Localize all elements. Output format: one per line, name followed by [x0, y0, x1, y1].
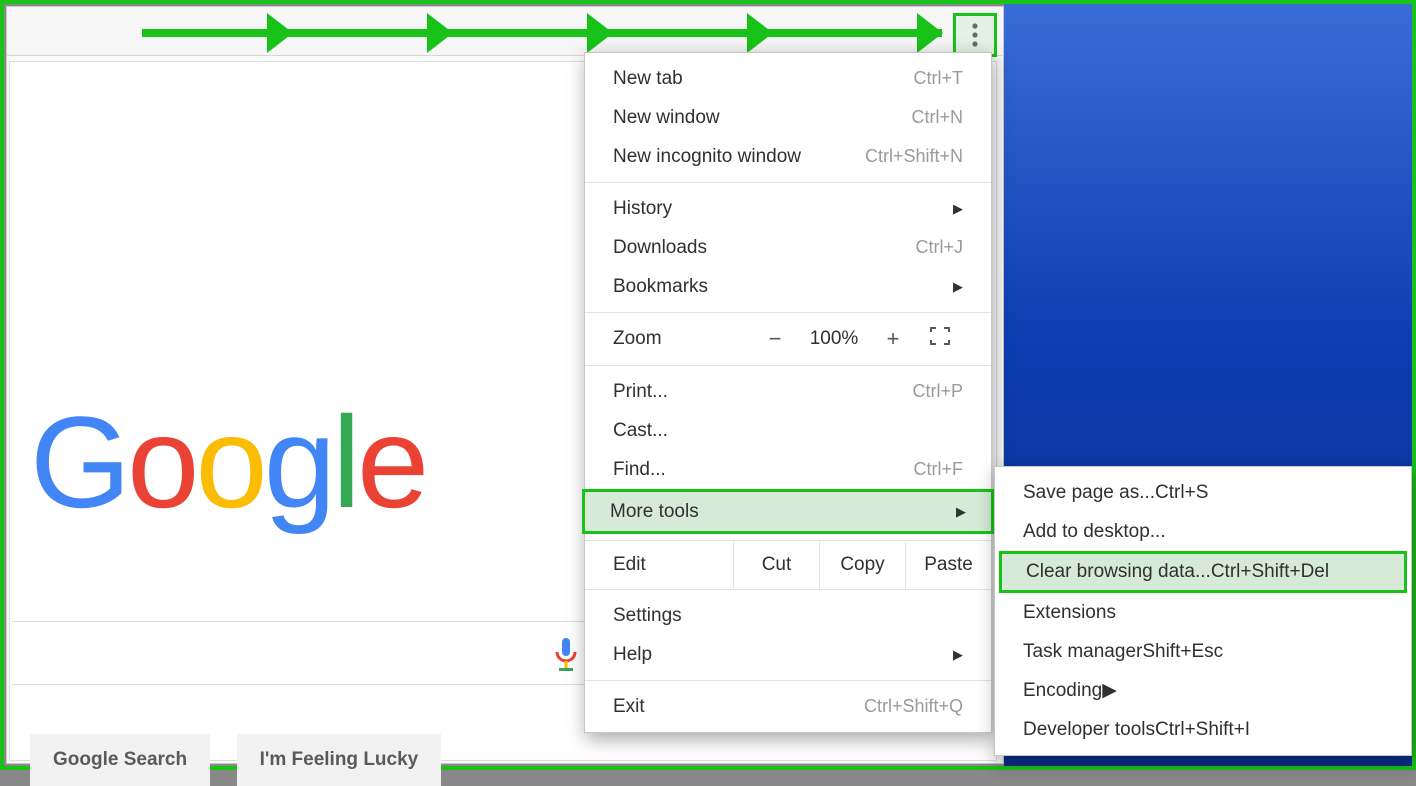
annotation-arrow-head: [917, 13, 943, 53]
menu-new-incognito[interactable]: New incognito windowCtrl+Shift+N: [585, 137, 991, 176]
menu-label: Help: [613, 644, 947, 666]
menu-more-tools[interactable]: More tools ▶: [582, 489, 994, 534]
menu-label: Edit: [585, 541, 733, 589]
fullscreen-icon: [930, 327, 950, 345]
submenu-arrow-icon: ▶: [953, 279, 963, 295]
menu-divider: [585, 680, 991, 681]
menu-divider: [585, 182, 991, 183]
logo-letter: g: [264, 387, 332, 537]
menu-help[interactable]: Help ▶: [585, 635, 991, 674]
google-search-button[interactable]: Google Search: [30, 734, 210, 786]
menu-find[interactable]: Find...Ctrl+F: [585, 450, 991, 489]
chrome-main-menu: New tabCtrl+T New windowCtrl+N New incog…: [584, 52, 992, 733]
menu-label: Clear browsing data...: [1026, 561, 1211, 583]
more-tools-submenu: Save page as...Ctrl+S Add to desktop... …: [994, 466, 1412, 756]
menu-shortcut: Ctrl+Shift+Q: [864, 696, 963, 717]
annotation-arrow-head: [267, 13, 293, 53]
submenu-arrow-icon: ▶: [953, 201, 963, 217]
menu-exit[interactable]: ExitCtrl+Shift+Q: [585, 687, 991, 726]
menu-cast[interactable]: Cast...: [585, 411, 991, 450]
menu-history[interactable]: History ▶: [585, 189, 991, 228]
menu-shortcut: Ctrl+P: [912, 381, 963, 402]
menu-label: Find...: [613, 459, 914, 481]
menu-downloads[interactable]: DownloadsCtrl+J: [585, 228, 991, 267]
menu-settings[interactable]: Settings: [585, 596, 991, 635]
submenu-add-desktop[interactable]: Add to desktop...: [995, 512, 1411, 551]
search-buttons: Google Search I'm Feeling Lucky: [30, 734, 463, 786]
menu-label: Downloads: [613, 237, 915, 259]
menu-label: Bookmarks: [613, 276, 947, 298]
search-input[interactable]: [12, 621, 586, 685]
menu-label: Zoom: [613, 328, 751, 350]
menu-label: Extensions: [1023, 602, 1116, 624]
menu-label: Settings: [613, 605, 963, 627]
annotation-frame: Google Google Search I'm Feeling Lucky N…: [0, 0, 1416, 770]
menu-shortcut: Ctrl+F: [914, 459, 964, 480]
edit-copy-button[interactable]: Copy: [819, 541, 905, 589]
submenu-arrow-icon: ▶: [1102, 679, 1117, 702]
logo-letter: o: [127, 387, 195, 537]
submenu-extensions[interactable]: Extensions: [995, 593, 1411, 632]
chrome-menu-button[interactable]: [953, 13, 997, 57]
submenu-task-manager[interactable]: Task managerShift+Esc: [995, 632, 1411, 671]
feeling-lucky-button[interactable]: I'm Feeling Lucky: [237, 734, 442, 786]
logo-letter: G: [30, 387, 127, 537]
annotation-arrow-head: [427, 13, 453, 53]
menu-label: New window: [613, 107, 911, 129]
menu-label: Add to desktop...: [1023, 521, 1166, 543]
menu-shortcut: Ctrl+Shift+I: [1155, 719, 1250, 741]
submenu-encoding[interactable]: Encoding▶: [995, 671, 1411, 710]
zoom-value: 100%: [799, 328, 869, 350]
menu-label: More tools: [610, 501, 950, 523]
logo-letter: l: [332, 387, 357, 537]
submenu-arrow-icon: ▶: [956, 504, 966, 520]
logo-letter: e: [357, 387, 425, 537]
annotation-arrow-head: [587, 13, 613, 53]
menu-label: New tab: [613, 68, 914, 90]
submenu-developer-tools[interactable]: Developer toolsCtrl+Shift+I: [995, 710, 1411, 749]
menu-label: Cast...: [613, 420, 963, 442]
fullscreen-button[interactable]: [917, 327, 963, 351]
microphone-icon[interactable]: [554, 638, 578, 672]
menu-label: Encoding: [1023, 680, 1102, 702]
menu-label: Save page as...: [1023, 482, 1155, 504]
browser-toolbar: [7, 7, 1003, 56]
menu-label: Developer tools: [1023, 719, 1155, 741]
submenu-arrow-icon: ▶: [953, 647, 963, 663]
menu-new-tab[interactable]: New tabCtrl+T: [585, 59, 991, 98]
annotation-arrow: [142, 29, 942, 37]
menu-print[interactable]: Print...Ctrl+P: [585, 372, 991, 411]
menu-shortcut: Shift+Esc: [1142, 641, 1223, 663]
menu-zoom: Zoom − 100% +: [585, 312, 991, 366]
menu-shortcut: Ctrl+T: [914, 68, 964, 89]
annotation-arrow-head: [747, 13, 773, 53]
menu-label: Print...: [613, 381, 912, 403]
submenu-clear-browsing-data[interactable]: Clear browsing data...Ctrl+Shift+Del: [999, 551, 1407, 593]
menu-shortcut: Ctrl+Shift+Del: [1211, 561, 1329, 583]
menu-edit-row: Edit Cut Copy Paste: [585, 540, 991, 590]
menu-label: Task manager: [1023, 641, 1142, 663]
submenu-save-page[interactable]: Save page as...Ctrl+S: [995, 473, 1411, 512]
google-logo: Google: [30, 387, 425, 537]
menu-label: Exit: [613, 696, 864, 718]
menu-shortcut: Ctrl+Shift+N: [865, 146, 963, 167]
menu-label: New incognito window: [613, 146, 865, 168]
menu-shortcut: Ctrl+S: [1155, 482, 1208, 504]
menu-bookmarks[interactable]: Bookmarks ▶: [585, 267, 991, 306]
edit-paste-button[interactable]: Paste: [905, 541, 991, 589]
edit-cut-button[interactable]: Cut: [733, 541, 819, 589]
logo-letter: o: [195, 387, 263, 537]
zoom-in-button[interactable]: +: [869, 326, 917, 352]
menu-label: History: [613, 198, 947, 220]
menu-shortcut: Ctrl+N: [911, 107, 963, 128]
menu-shortcut: Ctrl+J: [915, 237, 963, 258]
vertical-dots-icon: [972, 23, 978, 47]
zoom-out-button[interactable]: −: [751, 326, 799, 352]
menu-new-window[interactable]: New windowCtrl+N: [585, 98, 991, 137]
